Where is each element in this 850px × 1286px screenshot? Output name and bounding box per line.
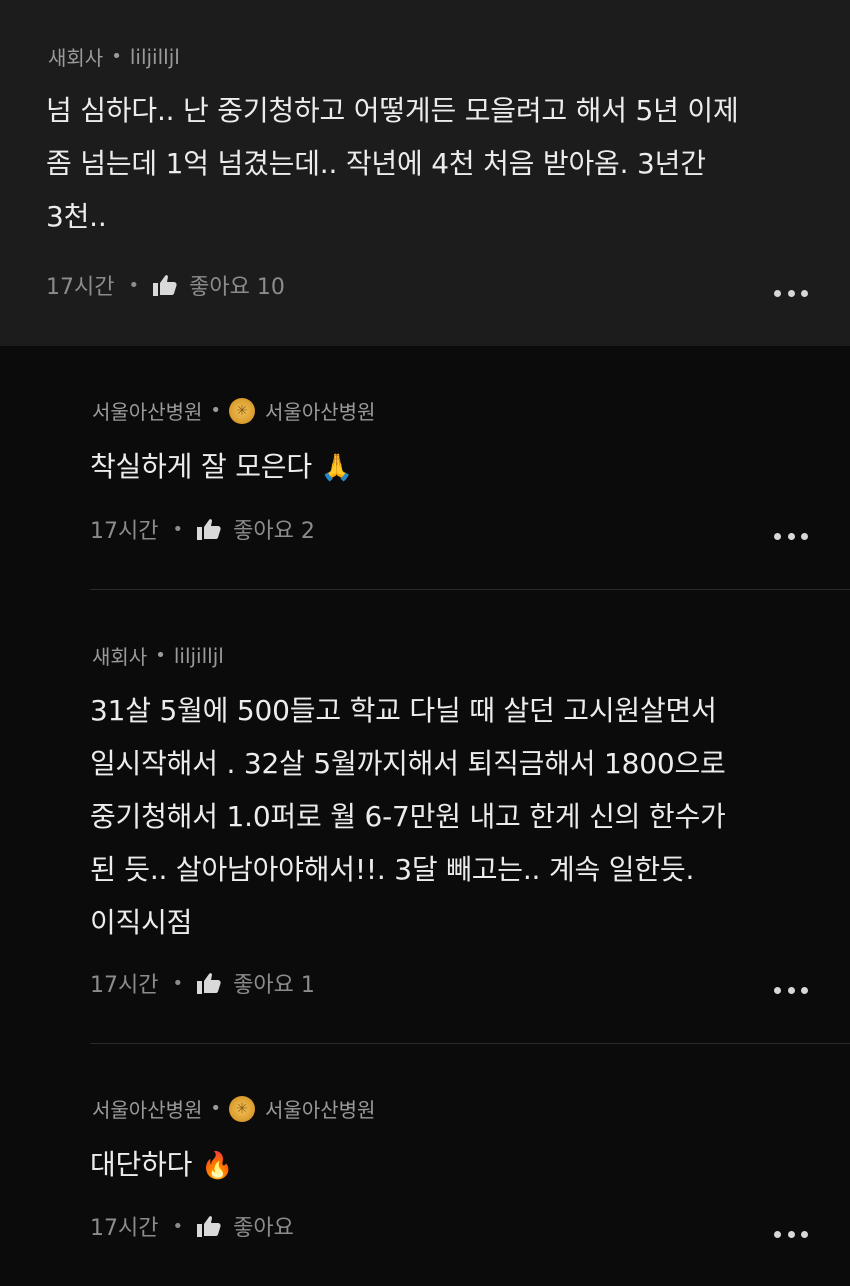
comment-time: 17시간 — [90, 1216, 159, 1241]
gold-badge-icon — [229, 397, 256, 424]
more-options-icon[interactable] — [774, 533, 808, 541]
like-button[interactable]: 좋아요 — [197, 1210, 294, 1242]
reply-footer: 17시간 • 좋아요 2 — [90, 513, 315, 545]
comment-time: 17시간 — [46, 275, 115, 300]
comment-line: 3천.. — [46, 200, 107, 233]
comment-time: 17시간 — [90, 973, 159, 998]
comment-line: 대단하다 — [90, 1148, 193, 1181]
author-company: 새회사 — [92, 645, 148, 669]
comment-line: 착실하게 잘 모은다 — [90, 450, 312, 483]
comment-line: 넘 심하다.. 난 중기청하고 어떻게든 모을려고 해서 5년 이제 — [46, 94, 739, 127]
comment-author[interactable]: 새회사 • liljilljl — [48, 42, 180, 71]
comment-line: 중기청해서 1.0퍼로 월 6-7만원 내고 한게 신의 한수가 — [90, 800, 726, 833]
more-options-icon[interactable] — [774, 1231, 808, 1239]
author-nickname[interactable]: liljilljl — [174, 644, 224, 668]
like-label: 좋아요 10 — [189, 275, 285, 300]
thumbs-up-icon — [197, 519, 221, 540]
gold-badge-icon — [229, 1095, 256, 1122]
author-nickname[interactable]: 서울아산병원 — [265, 1094, 375, 1123]
reply-author[interactable]: 새회사 • liljilljl — [92, 641, 224, 670]
divider — [90, 1043, 850, 1044]
meta-separator: • — [111, 46, 122, 67]
footer-separator: • — [128, 274, 140, 296]
author-nickname[interactable]: liljilljl — [130, 45, 180, 69]
thumbs-up-icon — [197, 1216, 221, 1237]
meta-separator: • — [155, 645, 166, 666]
comment-text: 넘 심하다.. 난 중기청하고 어떻게든 모을려고 해서 5년 이제 좀 넘는데… — [46, 84, 739, 243]
more-options-icon[interactable] — [774, 290, 808, 298]
thumbs-up-icon — [153, 275, 177, 296]
comment-line: 일시작해서 . 32살 5월까지해서 퇴직금해서 1800으로 — [90, 747, 726, 780]
comment-line: 31살 5월에 500들고 학교 다닐 때 살던 고시원살면서 — [90, 694, 717, 727]
divider — [90, 589, 850, 590]
author-company: 서울아산병원 — [92, 1098, 203, 1122]
more-options-icon[interactable] — [774, 987, 808, 995]
comment-1: 새회사 • liljilljl 넘 심하다.. 난 중기청하고 어떻게든 모을려… — [0, 0, 850, 346]
like-button[interactable]: 좋아요 1 — [197, 967, 315, 999]
like-label: 좋아요 — [233, 1216, 294, 1241]
fire-emoji: 🔥 — [200, 1151, 234, 1181]
footer-separator: • — [172, 1215, 184, 1237]
like-button[interactable]: 좋아요 10 — [153, 269, 285, 301]
like-label: 좋아요 2 — [233, 519, 315, 544]
footer-separator: • — [172, 518, 184, 540]
comment-time: 17시간 — [90, 519, 159, 544]
author-company: 서울아산병원 — [92, 400, 203, 424]
meta-separator: • — [210, 400, 222, 421]
reply-text: 31살 5월에 500들고 학교 다닐 때 살던 고시원살면서 일시작해서 . … — [90, 684, 726, 949]
author-company: 새회사 — [48, 46, 104, 70]
like-button[interactable]: 좋아요 2 — [197, 513, 315, 545]
reply-author[interactable]: 서울아산병원 • 서울아산병원 — [92, 1094, 375, 1123]
reply-text: 대단하다 🔥 — [90, 1138, 233, 1193]
comment-footer: 17시간 • 좋아요 10 — [46, 269, 285, 301]
author-nickname[interactable]: 서울아산병원 — [265, 396, 375, 425]
thumbs-up-icon — [197, 973, 221, 994]
reply-text: 착실하게 잘 모은다 🙏 — [90, 440, 353, 495]
reply-footer: 17시간 • 좋아요 — [90, 1210, 294, 1242]
meta-separator: • — [210, 1098, 222, 1119]
like-label: 좋아요 1 — [233, 973, 315, 998]
praying-hands-emoji: 🙏 — [320, 453, 353, 483]
comment-line: 이직시점 — [90, 906, 193, 939]
footer-separator: • — [172, 972, 184, 994]
reply-author[interactable]: 서울아산병원 • 서울아산병원 — [92, 396, 375, 425]
reply-footer: 17시간 • 좋아요 1 — [90, 967, 315, 999]
comment-line: 좀 넘는데 1억 넘겼는데.. 작년에 4천 처음 받아옴. 3년간 — [46, 147, 706, 180]
comment-line: 된 듯.. 살아남아야해서!!. 3달 빼고는.. 계속 일한듯. — [90, 853, 695, 886]
